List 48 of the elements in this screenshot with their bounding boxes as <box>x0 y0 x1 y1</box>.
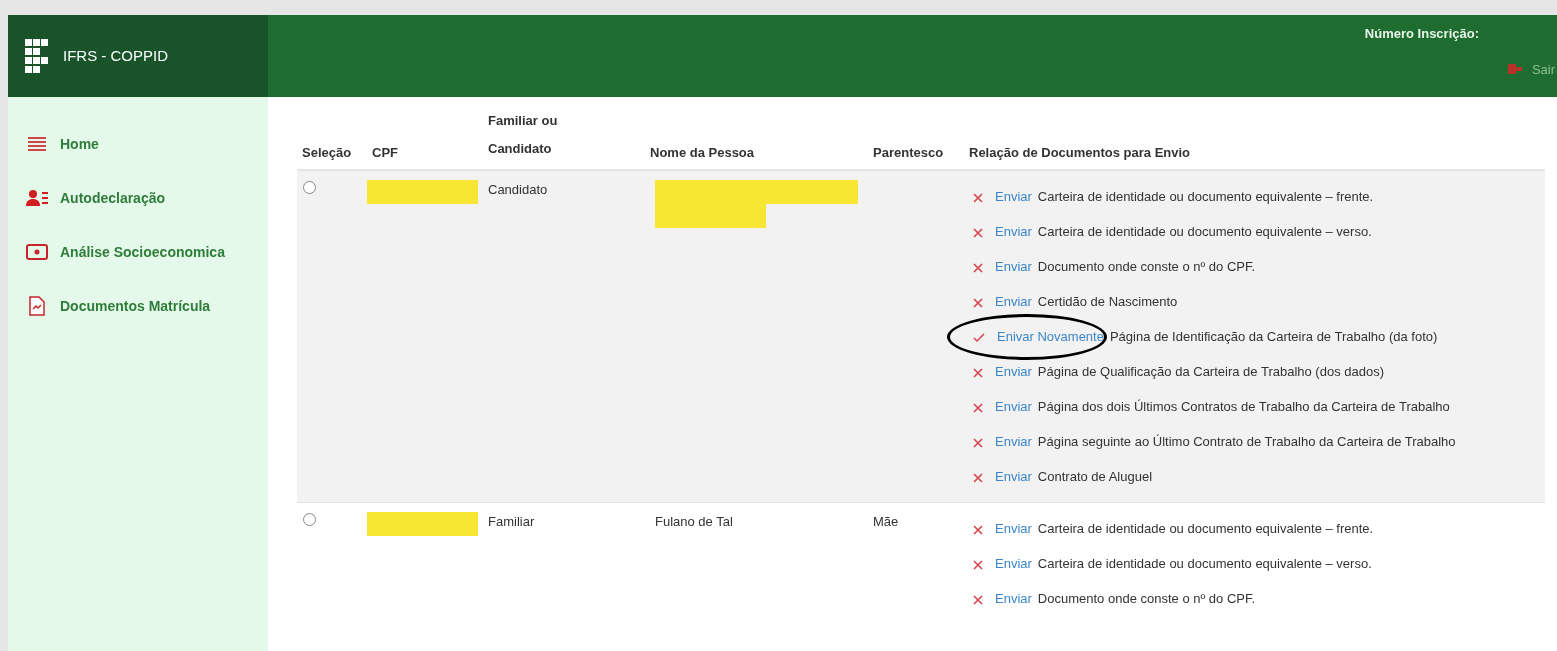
table-cell: Fulano de Tal <box>655 514 733 529</box>
document-name: Carteira de identidade ou documento equivalente – frente. <box>1037 189 1374 204</box>
document-name: Página dos dois Últimos Contratos de Trabalho da Carteira de Trabalho <box>1037 399 1450 414</box>
menu-icon <box>28 137 46 151</box>
send-link[interactable]: Enviar <box>995 294 1032 309</box>
column-header: Relação de Documentos para Envio <box>969 145 1191 160</box>
send-link[interactable]: Enviar <box>995 364 1032 379</box>
sidebar-item[interactable]: Home <box>26 133 268 155</box>
sidebar-item[interactable]: Análise Socioeconomica <box>26 241 268 263</box>
column-header: Parentesco <box>873 145 944 160</box>
send-link[interactable]: Enviar <box>995 399 1032 414</box>
send-link[interactable]: Enviar <box>995 189 1032 204</box>
document-name: Carteira de identidade ou documento equivalente – frente. <box>1037 521 1374 536</box>
registration-label: Número Inscrição: <box>1364 25 1479 43</box>
column-header: CPF <box>372 145 398 160</box>
table-cell: Mãe <box>873 514 899 529</box>
logo-icon <box>25 39 49 73</box>
video-icon <box>26 244 48 260</box>
send-link[interactable]: Enviar <box>995 469 1032 484</box>
person-list-icon <box>26 190 48 206</box>
send-link[interactable]: Enviar <box>995 259 1032 274</box>
send-link[interactable]: Enviar <box>995 591 1032 606</box>
document-name: Página seguinte ao Último Contrato de Trabalho da Carteira de Trabalho <box>1037 434 1456 449</box>
send-link[interactable]: Enviar <box>995 224 1032 239</box>
document-name: Carteira de identidade ou documento equivalente – verso. <box>1037 556 1372 571</box>
radio-button[interactable] <box>303 513 316 526</box>
document-name: Página de Identificação da Carteira de Trabalho (da foto) <box>1109 329 1438 344</box>
document-name: Certidão de Nascimento <box>1037 294 1178 309</box>
document-name: Documento onde conste o nº do CPF. <box>1037 591 1256 606</box>
send-link[interactable]: Enviar <box>995 521 1032 536</box>
document-name: Página de Qualificação da Carteira de Trabalho (dos dados) <box>1037 364 1385 379</box>
sidebar-item[interactable]: Autodeclaração <box>26 187 268 209</box>
send-link[interactable]: Enviar <box>995 434 1032 449</box>
radio-button[interactable] <box>303 181 316 194</box>
table-cell: Candidato <box>488 182 548 197</box>
table-cell: Familiar <box>488 514 535 529</box>
sidebar-item[interactable]: Documentos Matrícula <box>26 295 268 317</box>
logout-button[interactable]: Sair <box>1505 59 1557 79</box>
column-header: Nome da Pessoa <box>650 145 755 160</box>
brand-title: IFRS - COPPID <box>63 45 168 66</box>
send-link[interactable]: Enivar Novamente <box>997 329 1104 344</box>
document-name: Contrato de Aluguel <box>1037 469 1153 484</box>
document-name: Carteira de identidade ou documento equivalente – verso. <box>1037 224 1372 239</box>
column-header: Familiar ou Candidato <box>488 113 558 156</box>
send-link[interactable]: Enviar <box>995 556 1032 571</box>
column-header: Seleção <box>302 145 352 160</box>
document-icon <box>29 296 45 316</box>
document-name: Documento onde conste o nº do CPF. <box>1037 259 1256 274</box>
